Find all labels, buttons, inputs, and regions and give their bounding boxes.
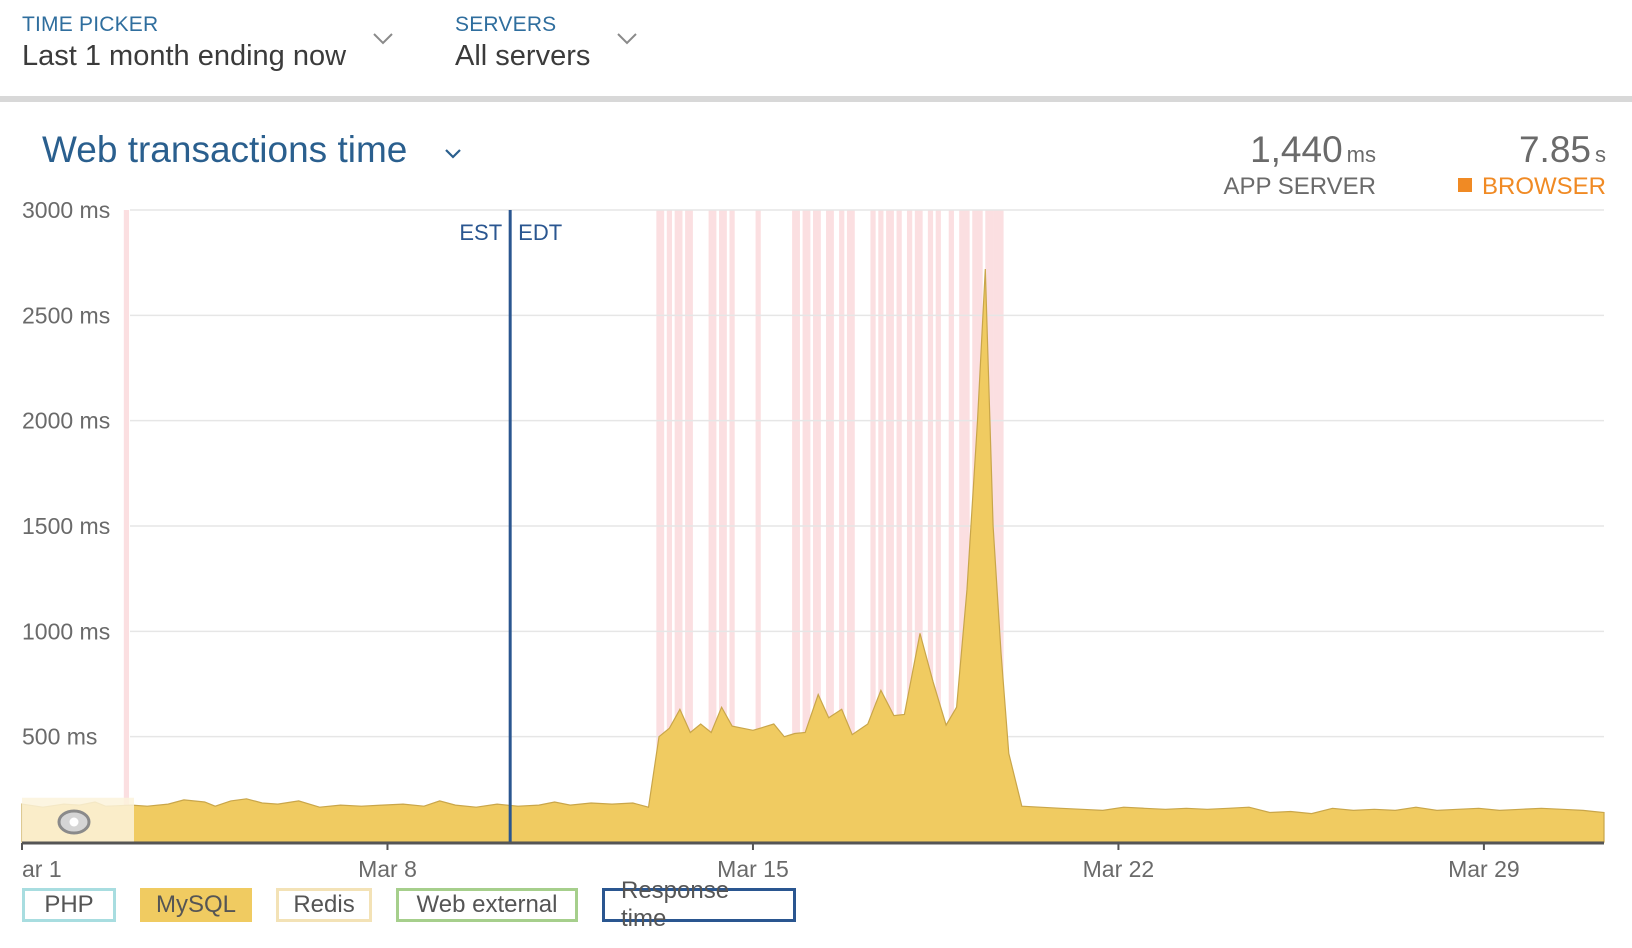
y-tick-label: 1000 ms — [22, 618, 110, 644]
legend-item-label: Web external — [416, 891, 558, 918]
x-tick-label: ar 1 — [22, 856, 62, 880]
timezone-label-before: EST — [459, 220, 502, 245]
browser-unit: s — [1595, 142, 1606, 167]
chart-legend: PHP MySQL Redis Web external Response time — [22, 877, 796, 932]
legend-item-response-time[interactable]: Response time — [602, 877, 796, 932]
chevron-down-icon[interactable] — [372, 32, 394, 46]
legend-item-label: PHP — [44, 891, 94, 918]
legend-item-redis[interactable]: Redis — [276, 888, 372, 922]
legend-item-php[interactable]: PHP — [22, 888, 116, 922]
x-tick-label: Mar 22 — [1083, 856, 1155, 880]
app-server-unit: ms — [1346, 142, 1376, 167]
header-divider — [0, 96, 1632, 102]
servers-value: All servers — [455, 40, 591, 72]
y-tick-label: 1500 ms — [22, 513, 110, 539]
servers-label: SERVERS — [455, 13, 557, 36]
time-picker-label: TIME PICKER — [22, 13, 159, 36]
time-picker-value: Last 1 month ending now — [22, 40, 347, 72]
legend-item-mysql[interactable]: MySQL — [140, 888, 252, 922]
top-filter-bar: TIME PICKER Last 1 month ending now SERV… — [0, 0, 1632, 96]
servers-picker[interactable]: SERVERS All servers — [455, 12, 590, 74]
x-tick-label: Mar 8 — [358, 856, 417, 880]
legend-item-label: MySQL — [156, 891, 237, 918]
chart-title[interactable]: Web transactions time — [42, 128, 407, 172]
browser-value: 7.85 — [1518, 129, 1591, 170]
y-tick-label: 500 ms — [22, 724, 97, 750]
error-band — [123, 210, 130, 842]
legend-item-web-external[interactable]: Web external — [396, 888, 578, 922]
y-tick-label: 2500 ms — [22, 302, 110, 328]
timezone-label-after: EDT — [518, 220, 562, 245]
web-transactions-chart[interactable]: 3000 ms 2500 ms 2000 ms 1500 ms 1000 ms 500 m… — [0, 190, 1632, 880]
x-tick-label: Mar 29 — [1448, 856, 1520, 880]
legend-item-label: Redis — [293, 891, 355, 918]
legend-item-label: Response time — [621, 877, 730, 932]
chevron-down-icon[interactable] — [444, 148, 462, 160]
y-tick-label: 2000 ms — [22, 408, 110, 434]
chevron-down-icon[interactable] — [616, 32, 638, 46]
eye-icon-pupil — [69, 817, 79, 827]
y-tick-label: 3000 ms — [22, 197, 110, 223]
app-server-value: 1,440 — [1250, 129, 1343, 170]
time-picker[interactable]: TIME PICKER Last 1 month ending now — [22, 12, 346, 74]
